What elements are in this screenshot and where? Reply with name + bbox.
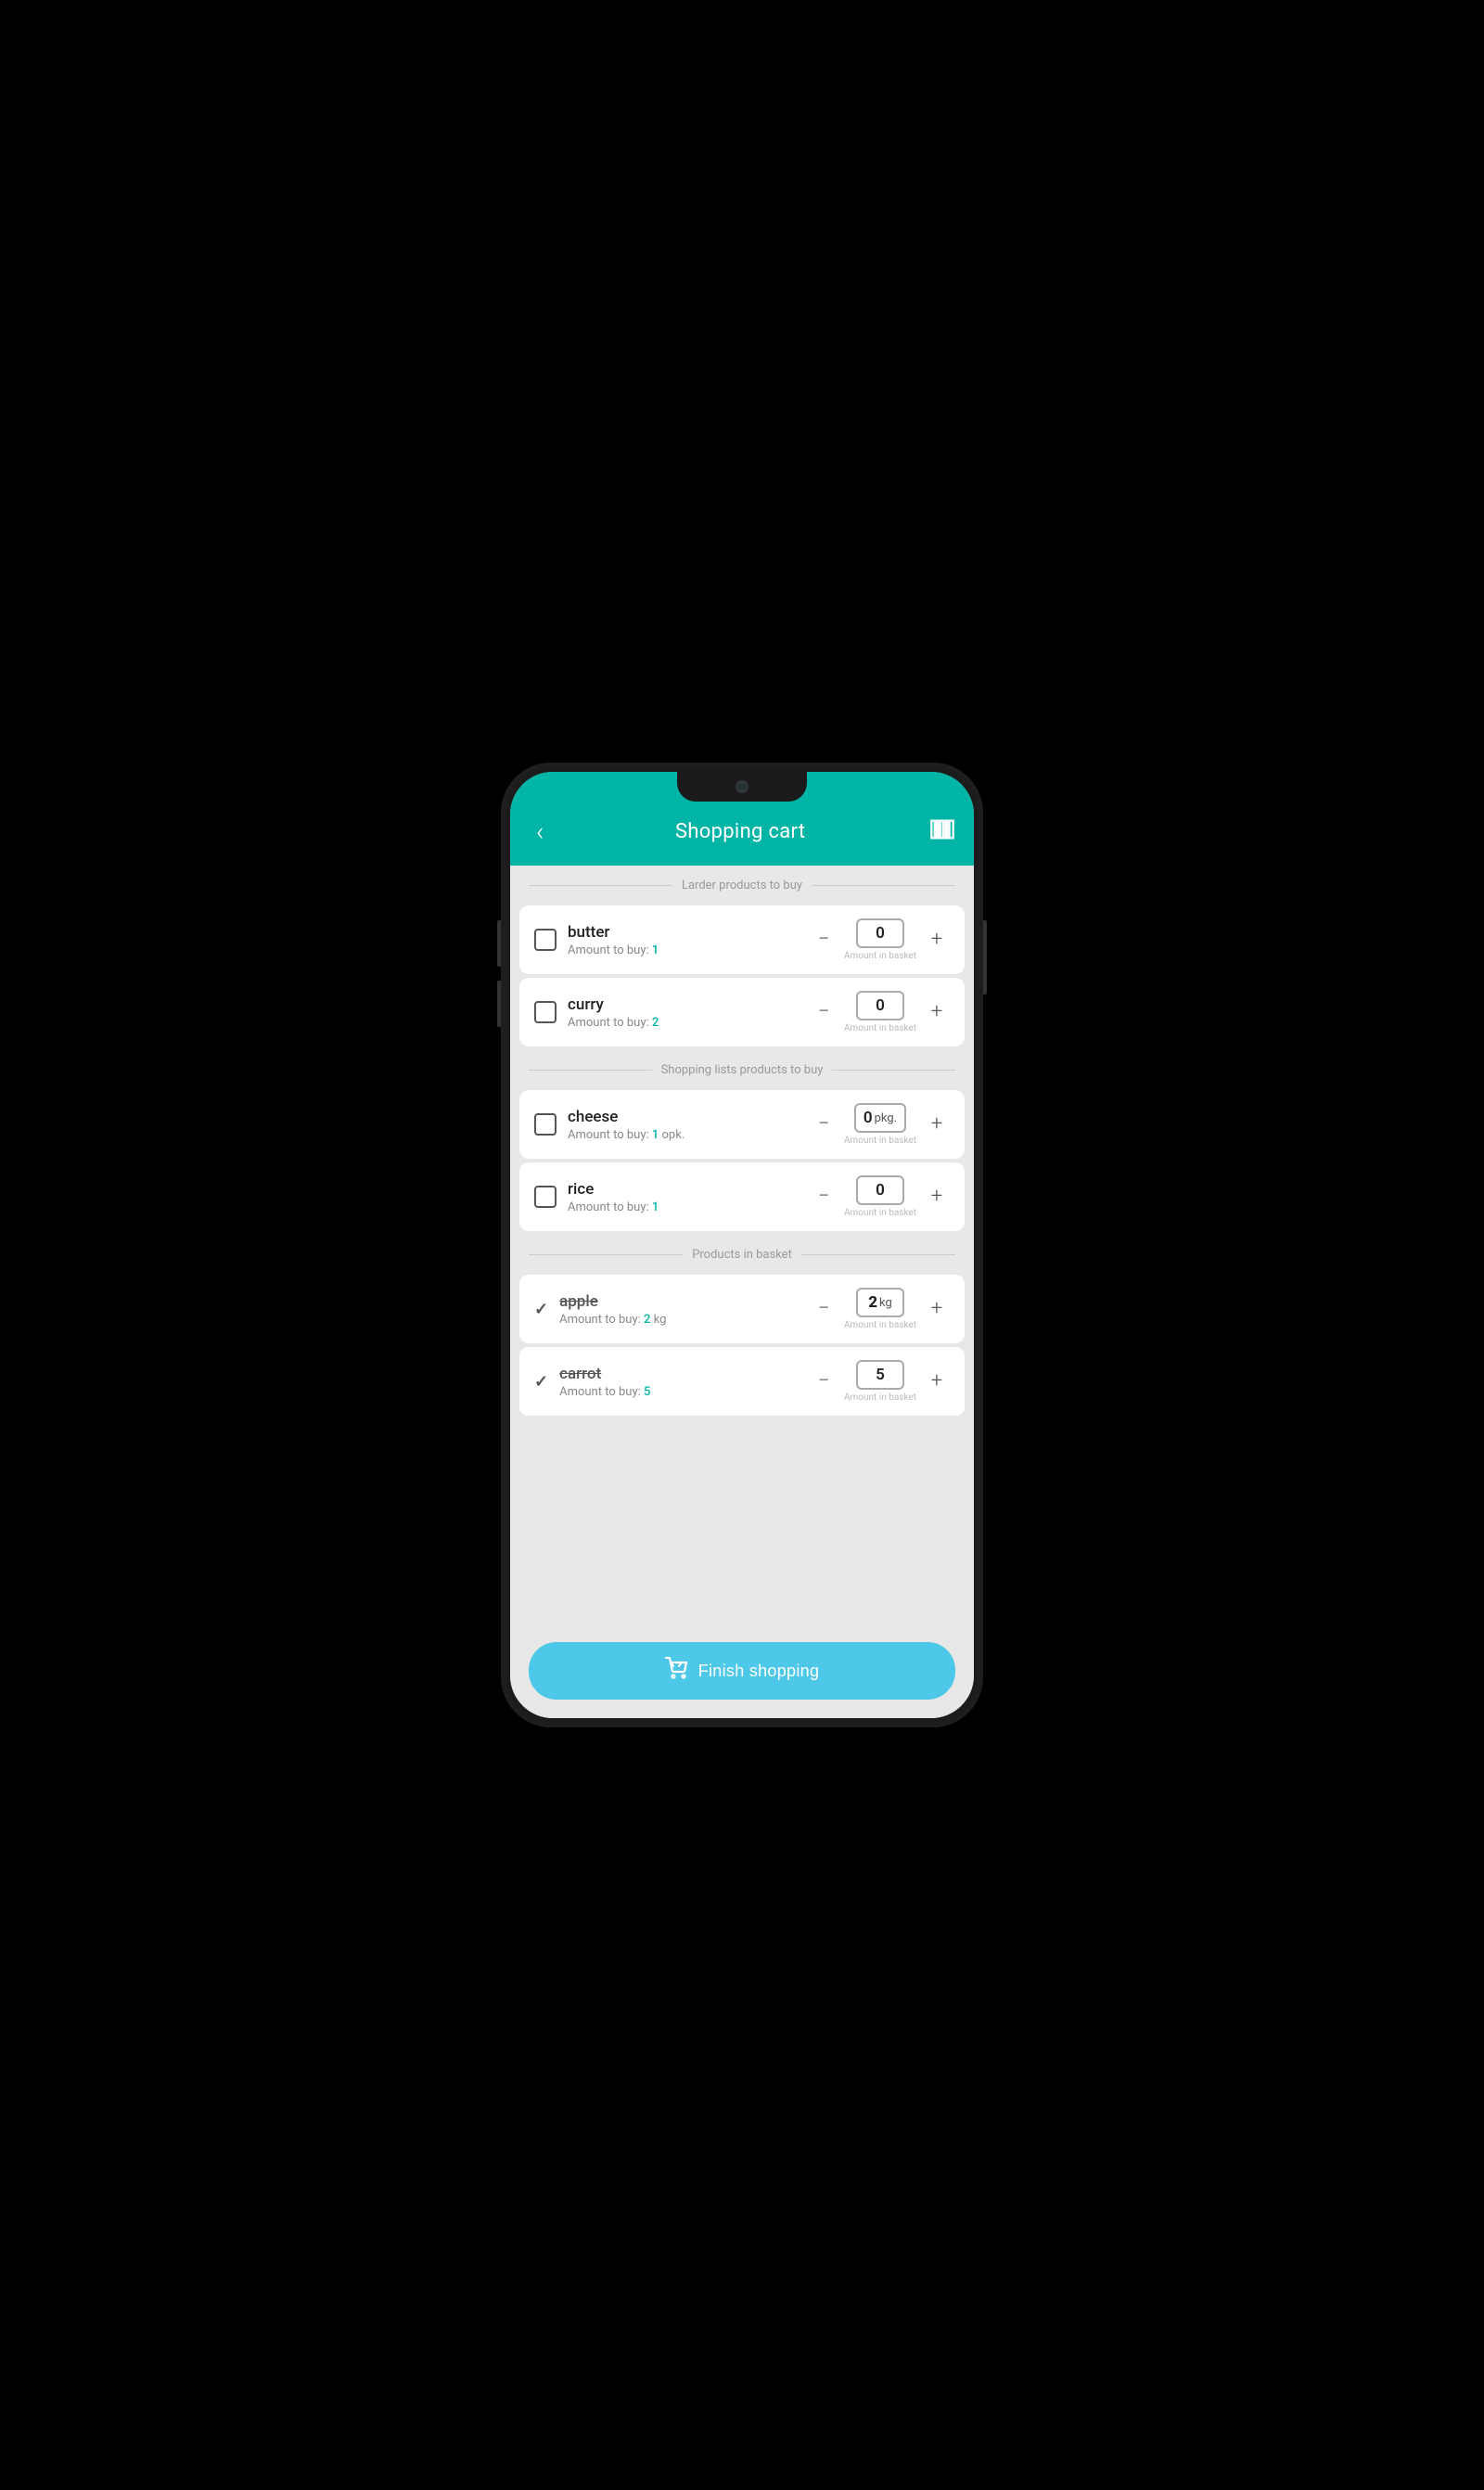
section-shoplists-header: Shopping lists products to buy [510,1050,974,1086]
product-info-curry: curry Amount to buy: 2 [568,995,800,1030]
product-card-curry: curry Amount to buy: 2 − 0 Amount in bas… [519,978,965,1046]
checkbox-cheese[interactable] [534,1113,556,1136]
product-amount-apple: Amount to buy: 2 kg [559,1313,800,1327]
stepper-curry: − 0 Amount in basket + [811,991,950,1033]
stepper-unit-cheese: pkg. [875,1111,898,1125]
increment-rice[interactable]: + [924,1184,950,1210]
decrement-curry[interactable]: − [811,999,837,1025]
back-button[interactable]: ‹ [529,813,551,851]
camera-bar [677,772,807,802]
amount-value-curry: 2 [652,1016,659,1030]
stepper-value-curry: 0 [856,991,904,1020]
basket-label-carrot: Amount in basket [844,1393,916,1403]
product-name-rice: rice [568,1180,800,1199]
basket-label-cheese: Amount in basket [844,1136,916,1146]
stepper-butter: − 0 Amount in basket + [811,918,950,961]
stepper-carrot: − 5 Amount in basket + [811,1360,950,1403]
scroll-area: Larder products to buy butter Amount to … [510,866,974,1627]
stepper-value-cheese: 0 pkg. [854,1103,906,1133]
product-info-rice: rice Amount to buy: 1 [568,1180,800,1214]
stepper-value-carrot: 5 [856,1360,904,1390]
product-name-apple: apple [559,1292,800,1311]
finish-bar: Finish shopping [510,1627,974,1718]
decrement-butter[interactable]: − [811,927,837,953]
page-title: Shopping cart [675,820,805,843]
stepper-value-wrap-rice: 0 Amount in basket [844,1175,916,1218]
amount-unit-cheese: opk. [662,1128,685,1142]
checkbox-rice[interactable] [534,1186,556,1208]
product-name-cheese: cheese [568,1108,800,1126]
product-info-carrot: carrot Amount to buy: 5 [559,1365,800,1399]
section-basket-header: Products in basket [510,1235,974,1271]
barcode-icon[interactable] [929,816,955,848]
decrement-cheese[interactable]: − [811,1111,837,1137]
stepper-cheese: − 0 pkg. Amount in basket + [811,1103,950,1146]
checkmark-apple: ✓ [534,1300,548,1319]
product-amount-curry: Amount to buy: 2 [568,1016,800,1030]
increment-cheese[interactable]: + [924,1111,950,1137]
basket-label-curry: Amount in basket [844,1023,916,1033]
finish-shopping-button[interactable]: Finish shopping [529,1642,955,1700]
basket-label-apple: Amount in basket [844,1320,916,1330]
volume-down-button[interactable] [497,981,501,1027]
amount-value-apple: 2 [644,1313,650,1327]
product-amount-rice: Amount to buy: 1 [568,1200,800,1214]
product-card-cheese: cheese Amount to buy: 1 opk. − 0 pkg. [519,1090,965,1159]
product-card-butter: butter Amount to buy: 1 − 0 Amount in ba… [519,905,965,974]
stepper-apple: − 2 kg Amount in basket + [811,1288,950,1330]
amount-value-butter: 1 [652,943,659,957]
stepper-value-rice: 0 [856,1175,904,1205]
increment-carrot[interactable]: + [924,1368,950,1394]
product-card-rice: rice Amount to buy: 1 − 0 Amount in bask… [519,1162,965,1231]
decrement-apple[interactable]: − [811,1296,837,1322]
checkbox-butter[interactable] [534,929,556,951]
product-amount-cheese: Amount to buy: 1 opk. [568,1128,800,1142]
product-info-cheese: cheese Amount to buy: 1 opk. [568,1108,800,1142]
product-amount-butter: Amount to buy: 1 [568,943,800,957]
increment-curry[interactable]: + [924,999,950,1025]
amount-value-cheese: 1 [652,1128,659,1142]
cart-icon [665,1657,687,1685]
stepper-rice: − 0 Amount in basket + [811,1175,950,1218]
product-info-butter: butter Amount to buy: 1 [568,923,800,957]
finish-shopping-label: Finish shopping [698,1662,820,1681]
amount-value-rice: 1 [652,1200,659,1214]
increment-butter[interactable]: + [924,927,950,953]
increment-apple[interactable]: + [924,1296,950,1322]
decrement-rice[interactable]: − [811,1184,837,1210]
amount-value-carrot: 5 [644,1385,650,1399]
checkbox-curry[interactable] [534,1001,556,1023]
product-card-apple: ✓ apple Amount to buy: 2 kg − 2 kg [519,1275,965,1343]
decrement-carrot[interactable]: − [811,1368,837,1394]
basket-label-butter: Amount in basket [844,951,916,961]
stepper-value-wrap-butter: 0 Amount in basket [844,918,916,961]
product-name-carrot: carrot [559,1365,800,1383]
stepper-unit-apple: kg [879,1296,892,1310]
product-info-apple: apple Amount to buy: 2 kg [559,1292,800,1327]
stepper-value-wrap-cheese: 0 pkg. Amount in basket [844,1103,916,1146]
stepper-value-apple: 2 kg [856,1288,904,1317]
power-button[interactable] [983,920,987,995]
product-amount-carrot: Amount to buy: 5 [559,1385,800,1399]
volume-up-button[interactable] [497,920,501,967]
product-name-butter: butter [568,923,800,942]
section-larder-header: Larder products to buy [510,866,974,902]
basket-label-rice: Amount in basket [844,1208,916,1218]
product-name-curry: curry [568,995,800,1014]
product-card-carrot: ✓ carrot Amount to buy: 5 − 5 Amount in … [519,1347,965,1416]
checkmark-carrot: ✓ [534,1372,548,1392]
stepper-value-wrap-apple: 2 kg Amount in basket [844,1288,916,1330]
bottom-spacer [510,1419,974,1429]
stepper-value-butter: 0 [856,918,904,948]
stepper-value-wrap-curry: 0 Amount in basket [844,991,916,1033]
amount-unit-apple: kg [654,1313,667,1327]
camera-dot [736,780,748,793]
stepper-value-wrap-carrot: 5 Amount in basket [844,1360,916,1403]
